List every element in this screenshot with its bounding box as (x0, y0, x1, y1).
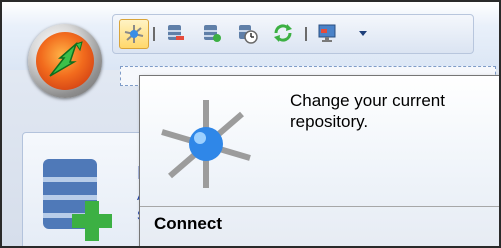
refresh-button[interactable] (269, 19, 297, 47)
toolbar-separator (305, 27, 307, 41)
tooltip-divider (140, 206, 499, 207)
connect-button[interactable] (119, 19, 149, 49)
connect-tooltip: Change your current repository. Connect (139, 75, 499, 246)
refresh-icon (274, 24, 292, 42)
monitor-button[interactable] (313, 19, 341, 47)
add-database-icon (43, 159, 112, 241)
database-schedule-icon (239, 25, 258, 44)
toolbar-separator (153, 27, 155, 41)
import-button[interactable] (197, 19, 225, 47)
customize-toolbar-dropdown[interactable] (349, 19, 377, 47)
database-import-icon (204, 25, 221, 42)
schedule-button[interactable] (233, 19, 261, 47)
database-export-icon (168, 25, 184, 40)
customize-dropdown-icon (359, 31, 367, 36)
application-window: I A S Change your current repository. Co… (0, 0, 501, 248)
quick-access-toolbar (112, 14, 474, 54)
tooltip-title: Connect (154, 214, 222, 233)
tooltip-description: Change your current repository. (290, 91, 445, 131)
monitor-icon (318, 24, 336, 42)
export-button[interactable] (161, 19, 189, 47)
connect-repository-icon (161, 100, 251, 188)
connect-repository-icon (124, 25, 144, 43)
lightning-arrow-icon (49, 41, 83, 77)
application-menu-button[interactable] (28, 24, 102, 98)
